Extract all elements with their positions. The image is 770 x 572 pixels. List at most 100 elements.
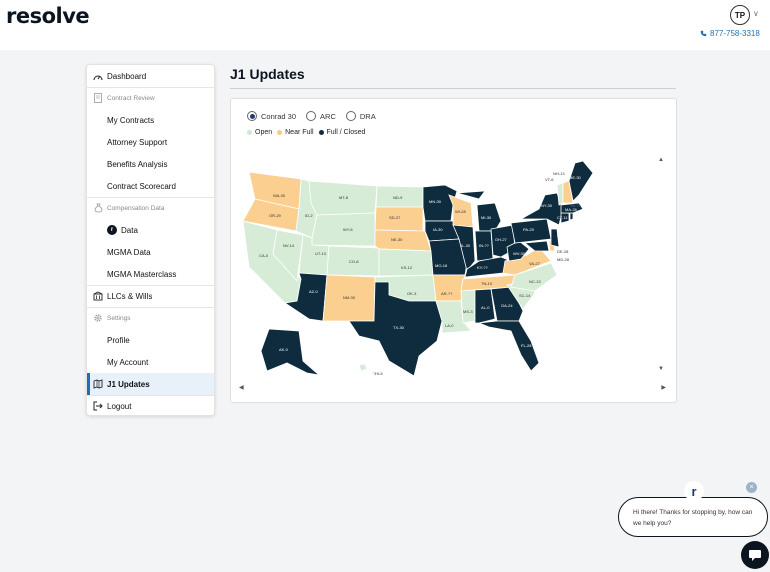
sidebar-section-compensation-data: Compensation Data bbox=[87, 197, 214, 219]
radio-selected-icon bbox=[247, 111, 257, 121]
state-ar[interactable] bbox=[432, 274, 466, 302]
state-label: SD-27 bbox=[389, 215, 401, 220]
state-label: FL-28 bbox=[521, 343, 532, 348]
resolve-logo[interactable]: resolve bbox=[6, 4, 90, 28]
radio-dra[interactable]: DRA bbox=[345, 111, 376, 121]
map-legend: Open Near Full Full / Closed bbox=[247, 129, 370, 136]
scroll-right-arrow-icon[interactable]: ▶ bbox=[661, 384, 666, 391]
state-label: GA-24 bbox=[501, 303, 513, 308]
sidebar-item-mgma-data[interactable]: MGMA Data bbox=[87, 241, 214, 263]
state-label: NH-13 bbox=[553, 171, 565, 176]
state-label: MO-18 bbox=[435, 263, 448, 268]
chat-greeting-bubble[interactable]: Hi there! Thanks for stopping by, how ca… bbox=[618, 497, 768, 537]
state-ms[interactable] bbox=[460, 289, 476, 324]
state-nj[interactable] bbox=[550, 228, 560, 248]
sidebar-item-label: Logout bbox=[107, 401, 132, 411]
top-bar: resolve TP ∨ 877-758-3318 bbox=[0, 0, 770, 50]
state-label: NC-13 bbox=[529, 279, 541, 284]
sidebar-item-my-contracts[interactable]: My Contracts bbox=[87, 109, 214, 131]
legend-swatch bbox=[277, 130, 283, 135]
state-label: LA-0 bbox=[445, 323, 454, 328]
state-label: KS-12 bbox=[401, 265, 413, 270]
resolve-chat-logo-icon: r bbox=[684, 481, 704, 501]
chevron-down-icon[interactable]: ∨ bbox=[753, 9, 759, 18]
sidebar-item-attorney-support[interactable]: Attorney Support bbox=[87, 131, 214, 153]
sidebar-item-data[interactable]: r Data bbox=[87, 219, 214, 241]
legend-swatch bbox=[247, 130, 252, 135]
state-label: NE-30 bbox=[391, 237, 403, 242]
state-ks[interactable] bbox=[378, 248, 434, 277]
legend-item-near-full: Near Full bbox=[277, 129, 314, 136]
state-label: NV-14 bbox=[283, 243, 295, 248]
state-label: IN-?? bbox=[479, 243, 490, 248]
sidebar-item-mgma-masterclass[interactable]: MGMA Masterclass bbox=[87, 263, 214, 285]
state-me[interactable] bbox=[568, 160, 594, 202]
us-map-svg: WA-30 OR-29 ID-2 MT-8 ND-9 MN-30 WI-28 M… bbox=[242, 160, 594, 378]
state-label: NJ-30 bbox=[557, 233, 568, 238]
scroll-left-arrow-icon[interactable]: ◀ bbox=[239, 384, 244, 391]
state-label: OR-29 bbox=[269, 213, 282, 218]
state-label: MI-30 bbox=[481, 215, 492, 220]
state-label: MS-3 bbox=[463, 309, 473, 314]
horizontal-scrollbar[interactable]: ◀ ▶ bbox=[239, 384, 670, 391]
state-label: CA-0 bbox=[259, 253, 269, 258]
state-label: WY-5 bbox=[343, 227, 353, 232]
us-state-map: WA-30 OR-29 ID-2 MT-8 ND-9 MN-30 WI-28 M… bbox=[239, 151, 670, 394]
state-label: SC-14 bbox=[519, 293, 531, 298]
program-radio-group: Conrad 30 ARC DRA bbox=[247, 111, 386, 121]
sidebar-item-label: My Account bbox=[107, 357, 149, 367]
sidebar-section-contract-review: Contract Review bbox=[87, 87, 214, 109]
sidebar-item-label: J1 Updates bbox=[107, 379, 150, 389]
radio-icon bbox=[345, 111, 356, 121]
state-label: AR-?? bbox=[441, 291, 453, 296]
state-label: VT-6 bbox=[545, 177, 554, 182]
state-ri[interactable] bbox=[569, 212, 574, 221]
sidebar-item-label: Contract Scorecard bbox=[107, 181, 176, 191]
sidebar-item-j1-updates[interactable]: J1 Updates bbox=[87, 373, 214, 395]
state-label: VA-27 bbox=[529, 261, 541, 266]
state-label: WV-30 bbox=[513, 251, 526, 256]
title-divider bbox=[230, 88, 676, 89]
state-ak[interactable] bbox=[260, 328, 321, 376]
state-label: AL-0 bbox=[481, 305, 490, 310]
state-label: MD-28 bbox=[557, 257, 570, 262]
chat-launcher-button[interactable] bbox=[741, 541, 769, 569]
sidebar-item-profile[interactable]: Profile bbox=[87, 329, 214, 351]
radio-arc[interactable]: ARC bbox=[306, 111, 336, 121]
state-label: TX-30 bbox=[393, 325, 405, 330]
chat-bubble-icon bbox=[749, 550, 761, 561]
dashboard-icon bbox=[93, 71, 103, 81]
radio-conrad-30[interactable]: Conrad 30 bbox=[247, 111, 296, 121]
sidebar-item-contract-scorecard[interactable]: Contract Scorecard bbox=[87, 175, 214, 197]
state-label: AZ-0 bbox=[309, 289, 318, 294]
phone-number: 877-758-3318 bbox=[710, 29, 760, 38]
phone-link[interactable]: 877-758-3318 bbox=[700, 29, 760, 38]
user-avatar[interactable]: TP bbox=[730, 5, 750, 25]
sidebar-item-dashboard[interactable]: Dashboard bbox=[87, 65, 214, 87]
legend-label: Open bbox=[255, 129, 273, 136]
state-label: WA-30 bbox=[273, 193, 286, 198]
sidebar-item-benefits-analysis[interactable]: Benefits Analysis bbox=[87, 153, 214, 175]
sidebar-item-logout[interactable]: Logout bbox=[87, 395, 214, 417]
state-label: NY-30 bbox=[541, 203, 553, 208]
sidebar-item-llcs-wills[interactable]: LLCs & Wills bbox=[87, 285, 214, 307]
legend-swatch bbox=[318, 130, 324, 135]
sidebar-item-label: Compensation Data bbox=[107, 204, 165, 212]
scroll-down-arrow-icon[interactable]: ▼ bbox=[658, 366, 664, 372]
scroll-up-arrow-icon[interactable]: ▲ bbox=[658, 157, 664, 163]
state-label: MT-8 bbox=[339, 195, 349, 200]
state-label: ND-9 bbox=[393, 195, 403, 200]
state-ne[interactable] bbox=[374, 229, 432, 252]
legend-label: Near Full bbox=[285, 129, 314, 136]
legend-item-open: Open bbox=[247, 129, 272, 136]
page-title: J1 Updates bbox=[230, 66, 305, 82]
close-icon[interactable]: × bbox=[746, 482, 757, 493]
state-label: HI-5 bbox=[375, 371, 383, 376]
sidebar-item-label: Dashboard bbox=[107, 71, 147, 81]
document-icon bbox=[93, 93, 103, 103]
legend-label: Full / Closed bbox=[326, 129, 366, 136]
phone-icon bbox=[700, 30, 707, 37]
state-label: DE-28 bbox=[557, 249, 569, 254]
chat-message-line: we help you? bbox=[633, 520, 672, 527]
sidebar-item-my-account[interactable]: My Account bbox=[87, 351, 214, 373]
